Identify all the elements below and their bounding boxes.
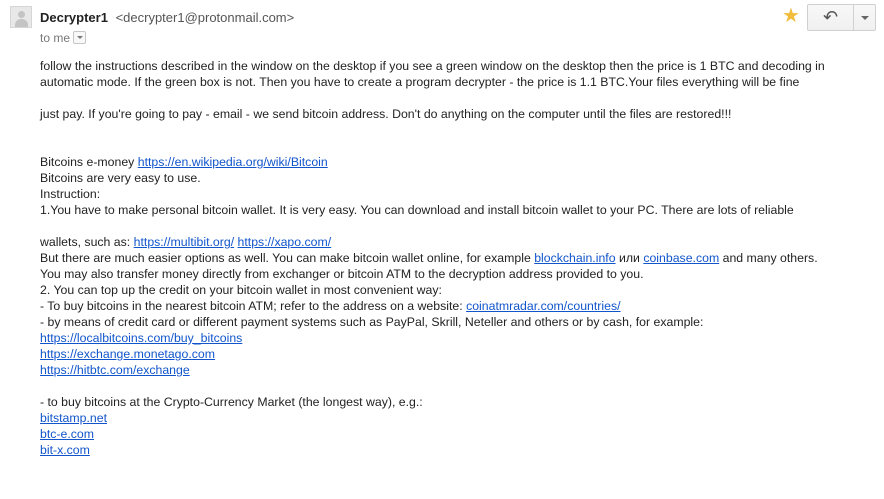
sender-line: Decrypter1 <decrypter1@protonmail.com> bbox=[40, 10, 294, 25]
body-text: wallets, such as: bbox=[40, 235, 134, 249]
body-line: wallets, such as: https://multibit.org/ … bbox=[40, 234, 860, 250]
sender-address: <decrypter1@protonmail.com> bbox=[115, 10, 295, 25]
details-dropdown-icon[interactable] bbox=[73, 31, 87, 44]
body-line: 2. You can top up the credit on your bit… bbox=[40, 283, 442, 297]
body-line: https://localbitcoins.com/buy_bitcoins bbox=[40, 330, 860, 346]
body-line: Bitcoins e-money https://en.wikipedia.or… bbox=[40, 154, 860, 170]
spacer-line bbox=[40, 122, 860, 138]
avatar-body-shape bbox=[15, 19, 28, 27]
body-line: 1.You have to make personal bitcoin wall… bbox=[40, 203, 794, 217]
body-text: But there are much easier options as wel… bbox=[40, 251, 535, 265]
star-icon[interactable]: ★ bbox=[782, 5, 800, 27]
monetago-link[interactable]: https://exchange.monetago.com bbox=[40, 347, 215, 361]
spacer-line bbox=[40, 218, 860, 234]
more-actions-button[interactable] bbox=[854, 4, 876, 31]
body-line: - by means of credit card or different p… bbox=[40, 315, 704, 329]
coinbase-link[interactable]: coinbase.com bbox=[643, 251, 719, 265]
hitbtc-link[interactable]: https://hitbtc.com/exchange bbox=[40, 363, 190, 377]
avatar-head-shape bbox=[18, 11, 25, 18]
body-line: automatic mode. If the green box is not.… bbox=[40, 75, 800, 89]
message-actions: ↶ bbox=[807, 4, 876, 31]
reply-arrow-icon: ↶ bbox=[822, 7, 839, 27]
wikipedia-link[interactable]: https://en.wikipedia.org/wiki/Bitcoin bbox=[138, 155, 328, 169]
body-line: Bitcoins are very easy to use. bbox=[40, 171, 201, 185]
body-line: You may also transfer money directly fro… bbox=[40, 267, 644, 281]
bitstamp-link[interactable]: bitstamp.net bbox=[40, 411, 107, 425]
body-text: или bbox=[615, 251, 644, 265]
body-line: bit-x.com bbox=[40, 442, 860, 458]
body-text: - To buy bitcoins in the nearest bitcoin… bbox=[40, 299, 467, 313]
body-line: https://exchange.monetago.com bbox=[40, 346, 860, 362]
coinatmradar-link[interactable]: coinatmradar.com/countries/ bbox=[466, 299, 620, 313]
xapo-link[interactable]: https://xapo.com/ bbox=[238, 235, 332, 249]
body-text: and many others. bbox=[719, 251, 818, 265]
sender-avatar bbox=[10, 6, 32, 28]
recipient-label: to me bbox=[40, 31, 71, 45]
btce-link[interactable]: btc-e.com bbox=[40, 427, 94, 441]
body-line: - To buy bitcoins in the nearest bitcoin… bbox=[40, 298, 860, 314]
body-line: But there are much easier options as wel… bbox=[40, 250, 860, 266]
body-line: - to buy bitcoins at the Crypto-Currency… bbox=[40, 395, 423, 409]
multibit-link[interactable]: https://multibit.org/ bbox=[134, 235, 234, 249]
localbitcoins-link[interactable]: https://localbitcoins.com/buy_bitcoins bbox=[40, 331, 242, 345]
sender-name[interactable]: Decrypter1 bbox=[40, 10, 108, 25]
blockchain-link[interactable]: blockchain.info bbox=[534, 251, 615, 265]
chevron-down-icon bbox=[860, 15, 869, 20]
body-line: follow the instructions described in the… bbox=[40, 59, 825, 73]
spacer-line bbox=[40, 138, 860, 154]
body-line: bitstamp.net bbox=[40, 410, 860, 426]
reply-button[interactable]: ↶ bbox=[807, 4, 854, 31]
body-line: just pay. If you're going to pay - email… bbox=[40, 107, 732, 121]
message-body: follow the instructions described in the… bbox=[40, 58, 860, 458]
body-line: btc-e.com bbox=[40, 426, 860, 442]
spacer-line bbox=[40, 378, 860, 394]
recipient-line: to me bbox=[40, 31, 87, 45]
body-line: https://hitbtc.com/exchange bbox=[40, 362, 860, 378]
body-line: Instruction: bbox=[40, 187, 101, 201]
body-text: Bitcoins e-money bbox=[40, 155, 138, 169]
spacer-line bbox=[40, 90, 860, 106]
bitx-link[interactable]: bit-x.com bbox=[40, 443, 90, 457]
